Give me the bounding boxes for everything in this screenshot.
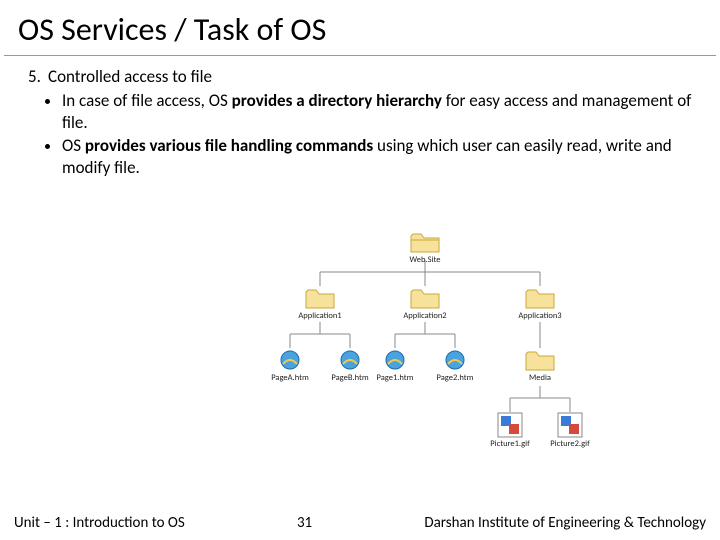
node-app1: Application1: [290, 286, 350, 321]
picture-icon: [557, 412, 583, 438]
node-app3: Application3: [510, 286, 570, 321]
node-pic2-label: Picture2.gif: [540, 439, 600, 449]
ie-icon: [383, 348, 407, 372]
node-page1-label: Page1.htm: [365, 373, 425, 383]
footer-page-number: 31: [185, 514, 425, 532]
bullet-list: In case of file access, OS provides a di…: [28, 90, 692, 179]
bullet-1-pre: In case of file access, OS: [62, 90, 232, 111]
folder-icon: [525, 348, 555, 372]
node-app3-label: Application3: [510, 311, 570, 321]
node-page2: Page2.htm: [425, 348, 485, 383]
node-app1-label: Application1: [290, 311, 350, 321]
footer-unit: Unit – 1 : Introduction to OS: [14, 514, 185, 532]
node-media: Media: [510, 348, 570, 383]
bullet-2-pre: OS: [62, 135, 85, 156]
directory-hierarchy-diagram: Web.Site Application1 Application2 Appli…: [260, 230, 680, 490]
footer: Unit – 1 : Introduction to OS 31 Darshan…: [0, 514, 720, 532]
folder-icon: [305, 286, 335, 310]
node-page2-label: Page2.htm: [425, 373, 485, 383]
node-page1: Page1.htm: [365, 348, 425, 383]
ie-icon: [338, 348, 362, 372]
footer-org: Darshan Institute of Engineering & Techn…: [424, 514, 706, 532]
ie-icon: [443, 348, 467, 372]
folder-icon: [410, 286, 440, 310]
list-item-5: 5.Controlled access to file: [28, 66, 692, 88]
node-pic1: Picture1.gif: [480, 412, 540, 449]
bullet-2: OS provides various file handling comman…: [62, 135, 692, 179]
node-pic1-label: Picture1.gif: [480, 439, 540, 449]
folder-icon: [525, 286, 555, 310]
node-root: Web.Site: [395, 230, 455, 265]
bullet-1: In case of file access, OS provides a di…: [62, 90, 692, 134]
node-pageA: PageA.htm: [260, 348, 320, 383]
ie-icon: [278, 348, 302, 372]
node-media-label: Media: [510, 373, 570, 383]
node-pageA-label: PageA.htm: [260, 373, 320, 383]
picture-icon: [497, 412, 523, 438]
item-number: 5.: [28, 66, 48, 88]
item-heading: Controlled access to file: [48, 66, 212, 87]
node-app2-label: Application2: [395, 311, 455, 321]
bullet-2-bold: provides various file handling commands: [85, 135, 373, 156]
content-area: 5.Controlled access to file In case of f…: [0, 56, 720, 179]
node-pic2: Picture2.gif: [540, 412, 600, 449]
node-root-label: Web.Site: [395, 255, 455, 265]
slide-title: OS Services / Task of OS: [4, 0, 716, 56]
node-app2: Application2: [395, 286, 455, 321]
bullet-1-bold: provides a directory hierarchy: [232, 90, 442, 111]
folder-icon: [410, 230, 440, 254]
